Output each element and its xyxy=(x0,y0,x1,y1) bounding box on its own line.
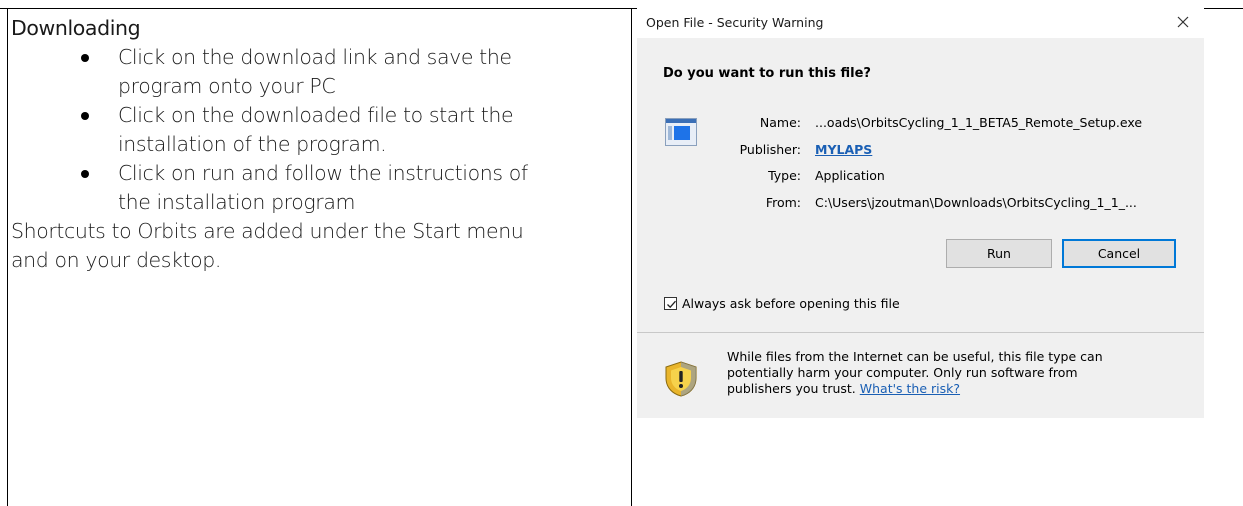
from-value: C:\Users\jzoutman\Downloads\OrbitsCyclin… xyxy=(815,195,1137,210)
list-item-line: program onto your PC xyxy=(118,74,336,98)
list-item-line: Click on run and follow the instructions… xyxy=(118,161,528,185)
table-column-divider xyxy=(631,8,632,506)
publisher-link[interactable]: MYLAPS xyxy=(815,142,872,157)
warning-line-text: publishers you trust. xyxy=(727,381,856,396)
list-item: Click on the downloaded file to start th… xyxy=(11,101,626,159)
dialog-titlebar[interactable]: Open File - Security Warning xyxy=(637,8,1204,38)
security-shield-icon xyxy=(664,361,698,397)
bullet-icon xyxy=(81,170,89,178)
always-ask-label: Always ask before opening this file xyxy=(682,296,900,311)
instruction-list: Click on the download link and save the … xyxy=(11,43,626,217)
always-ask-checkbox[interactable] xyxy=(664,297,677,310)
type-label: Type: xyxy=(768,168,801,183)
cancel-button[interactable]: Cancel xyxy=(1062,239,1176,268)
close-icon[interactable] xyxy=(1173,11,1193,33)
list-item: Click on the download link and save the … xyxy=(11,43,626,101)
list-item-line: installation of the program. xyxy=(118,132,387,156)
bullet-icon xyxy=(81,112,89,120)
table-left-border xyxy=(7,8,8,506)
warning-line: publishers you trust. What's the risk? xyxy=(727,381,1167,397)
list-item-line: the installation program xyxy=(118,190,356,214)
footer-text-line: and on your desktop. xyxy=(11,248,222,272)
name-label: Name: xyxy=(759,115,801,130)
security-warning-dialog: Open File - Security Warning Do you want… xyxy=(637,8,1204,418)
dialog-title: Open File - Security Warning xyxy=(646,15,824,30)
list-item-line: Click on the download link and save the xyxy=(118,45,512,69)
instructions-cell: Downloading Click on the download link a… xyxy=(11,14,626,275)
run-button[interactable]: Run xyxy=(946,239,1052,268)
publisher-label: Publisher: xyxy=(739,142,801,157)
list-item: Click on run and follow the instructions… xyxy=(11,159,626,217)
checkmark-icon xyxy=(667,300,676,309)
dialog-question: Do you want to run this file? xyxy=(663,66,871,81)
warning-line: potentially harm your computer. Only run… xyxy=(727,365,1078,380)
whats-the-risk-link[interactable]: What's the risk? xyxy=(860,381,960,396)
warning-line: While files from the Internet can be use… xyxy=(727,349,1103,364)
from-label: From: xyxy=(765,195,801,210)
bullet-icon xyxy=(81,54,89,62)
list-item-line: Click on the downloaded file to start th… xyxy=(118,103,514,127)
footer-text-line: Shortcuts to Orbits are added under the … xyxy=(11,219,524,243)
section-heading: Downloading xyxy=(11,16,141,40)
warning-message: While files from the Internet can be use… xyxy=(727,349,1167,397)
type-value: Application xyxy=(815,168,885,183)
name-value: ...oads\OrbitsCycling_1_1_BETA5_Remote_S… xyxy=(815,115,1143,130)
